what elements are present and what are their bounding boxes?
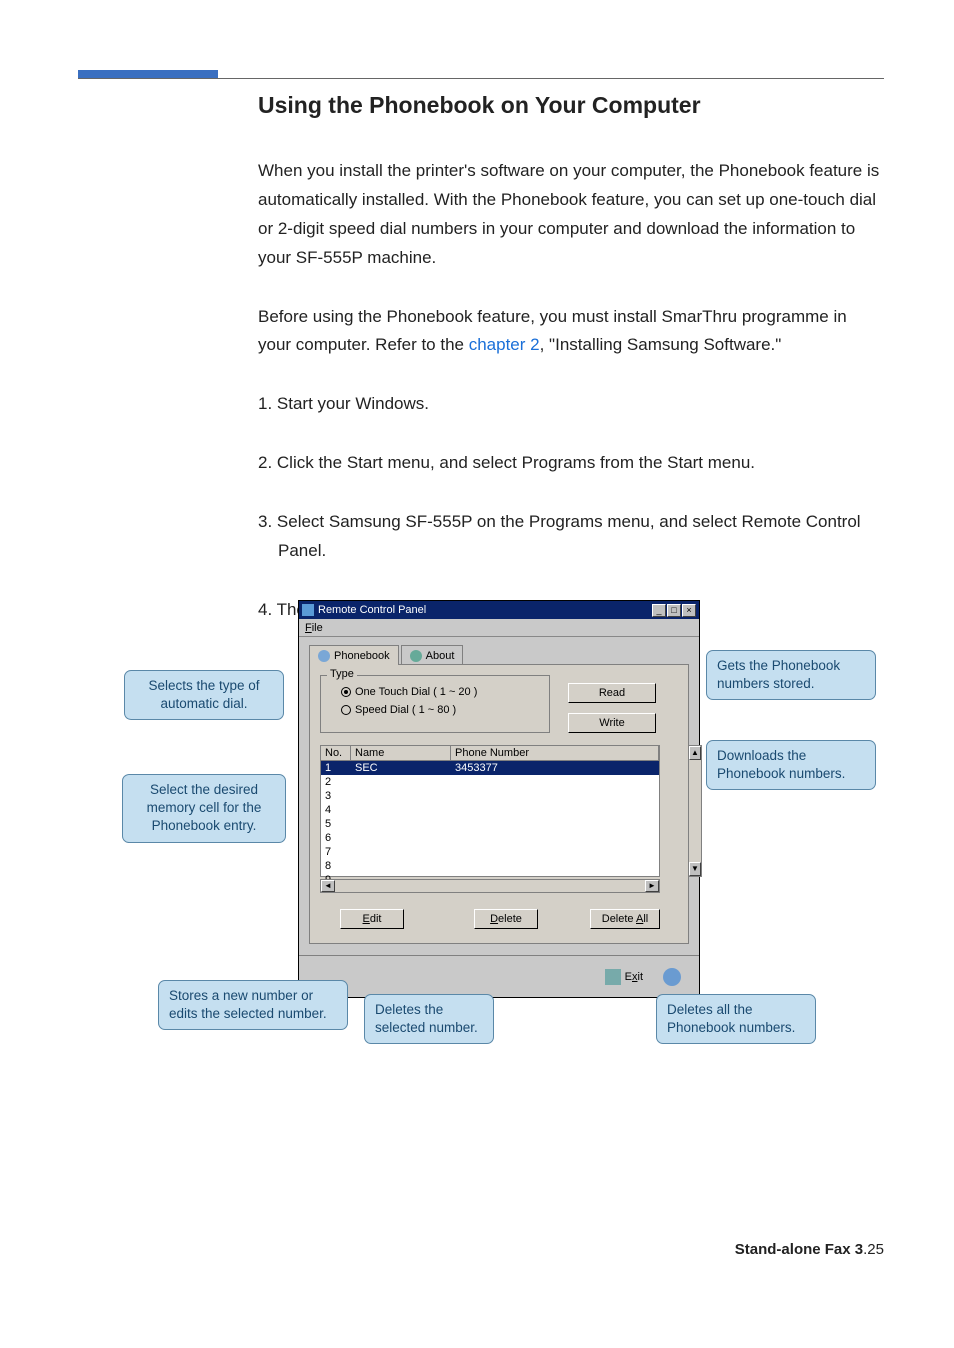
callout-write: Downloads the Phonebook numbers.	[706, 740, 876, 790]
cell-no: 3	[321, 789, 351, 803]
radio-icon	[341, 705, 351, 715]
table-row[interactable]: 6	[321, 831, 659, 845]
callout-read: Gets the Phonebook numbers stored.	[706, 650, 876, 700]
callout-delete-all: Deletes all the Phonebook numbers.	[656, 994, 816, 1044]
exit-label: Exit	[625, 971, 643, 983]
table-row[interactable]: 1 SEC 3453377	[321, 761, 659, 775]
write-button[interactable]: Write	[568, 713, 656, 733]
tab-strip: Phonebook About	[309, 645, 689, 665]
table-row[interactable]: 7	[321, 845, 659, 859]
radio-label: Speed Dial ( 1 ~ 80 )	[355, 704, 456, 716]
radio-speed-dial[interactable]: Speed Dial ( 1 ~ 80 )	[341, 704, 541, 716]
text: 2. Click the	[258, 453, 347, 472]
callout-type: Selects the type of automatic dial.	[124, 670, 284, 720]
table-row[interactable]: 5	[321, 817, 659, 831]
close-button[interactable]: ×	[682, 604, 696, 617]
callout-delete: Deletes the selected number.	[364, 994, 494, 1044]
about-icon	[410, 650, 422, 662]
minimize-button[interactable]: _	[652, 604, 666, 617]
footer-section: Stand-alone Fax	[735, 1241, 851, 1258]
chapter-2-link[interactable]: chapter 2	[469, 335, 540, 354]
read-button[interactable]: Read	[568, 683, 656, 703]
col-phone: Phone Number	[451, 746, 659, 760]
callout-memory-cell: Select the desired memory cell for the P…	[122, 774, 286, 843]
table-row[interactable]: 4	[321, 803, 659, 817]
page-footer: Stand-alone Fax 3.25	[735, 1241, 884, 1258]
edit-button[interactable]: Edit	[340, 909, 404, 929]
phonebook-table[interactable]: No. Name Phone Number 1 SEC 3453377 2 3 …	[320, 745, 660, 877]
remote-control-panel-window: Remote Control Panel _ □ × File Phoneboo…	[298, 600, 700, 998]
tab-phonebook[interactable]: Phonebook	[309, 645, 399, 665]
horizontal-scrollbar[interactable]: ◄ ►	[320, 879, 660, 893]
page-title: Using the Phonebook on Your Computer	[258, 92, 884, 119]
header-rule-thin	[78, 78, 884, 79]
file-menu[interactable]: File	[305, 622, 323, 634]
document-body: Using the Phonebook on Your Computer Whe…	[258, 92, 884, 655]
window-title: Remote Control Panel	[318, 604, 651, 616]
maximize-button[interactable]: □	[667, 604, 681, 617]
tab-label: About	[426, 650, 455, 662]
menu-bar: File	[299, 619, 699, 637]
window-body: Phonebook About Type One Touch Dial ( 1 …	[299, 637, 699, 997]
tab-about[interactable]: About	[401, 645, 464, 665]
bold-text: Programs	[522, 453, 596, 472]
app-icon	[302, 604, 314, 616]
table-row[interactable]: 2	[321, 775, 659, 789]
text: 3. Select	[258, 512, 329, 531]
table-header: No. Name Phone Number	[321, 746, 659, 761]
scroll-left-icon[interactable]: ◄	[321, 880, 335, 892]
window-titlebar[interactable]: Remote Control Panel _ □ ×	[299, 601, 699, 619]
step-1: 1. Start your Windows.	[258, 390, 884, 419]
phonebook-icon	[318, 650, 330, 662]
footer-page: .25	[863, 1241, 884, 1258]
scroll-right-icon[interactable]: ►	[645, 880, 659, 892]
cell-no: 4	[321, 803, 351, 817]
type-groupbox: Type One Touch Dial ( 1 ~ 20 ) Speed Dia…	[320, 675, 550, 733]
delete-button[interactable]: Delete	[474, 909, 538, 929]
help-icon[interactable]	[663, 968, 681, 986]
header-rule-thick	[78, 70, 218, 78]
file-menu-label: ile	[312, 622, 323, 634]
intro-paragraph-1: When you install the printer's software …	[258, 157, 884, 273]
exit-icon	[605, 969, 621, 985]
col-no: No.	[321, 746, 351, 760]
intro-paragraph-2: Before using the Phonebook feature, you …	[258, 303, 884, 361]
text: menu, and select	[383, 453, 522, 472]
bold-text: Samsung SF-555P	[329, 512, 472, 531]
callout-edit: Stores a new number or edits the selecte…	[158, 980, 348, 1030]
text: on the Programs menu, and select	[472, 512, 741, 531]
tab-label: Phonebook	[334, 650, 390, 662]
scroll-up-icon[interactable]: ▲	[689, 746, 701, 760]
radio-icon	[341, 687, 351, 697]
radio-one-touch[interactable]: One Touch Dial ( 1 ~ 20 )	[341, 686, 541, 698]
cell-name: SEC	[351, 761, 451, 775]
step-2: 2. Click the Start menu, and select Prog…	[258, 449, 884, 478]
cell-phone: 3453377	[451, 761, 659, 775]
scroll-down-icon[interactable]: ▼	[689, 862, 701, 876]
group-label: Type	[327, 668, 357, 680]
bold-text: Start	[347, 453, 383, 472]
radio-label: One Touch Dial ( 1 ~ 20 )	[355, 686, 477, 698]
table-row[interactable]: 3	[321, 789, 659, 803]
cell-no: 1	[321, 761, 351, 775]
step-3: 3. Select Samsung SF-555P on the Program…	[258, 508, 884, 566]
cell-no: 2	[321, 775, 351, 789]
cell-no: 5	[321, 817, 351, 831]
window-bottom-bar: Exit	[299, 955, 699, 997]
text: , "Installing Samsung Software."	[540, 335, 782, 354]
text: .	[321, 541, 326, 560]
footer-chapter: 3	[855, 1241, 863, 1258]
cell-no: 7	[321, 845, 351, 859]
text: from the Start menu.	[595, 453, 755, 472]
col-name: Name	[351, 746, 451, 760]
delete-all-button[interactable]: Delete All	[590, 909, 660, 929]
table-row[interactable]: 8	[321, 859, 659, 873]
phonebook-panel: Type One Touch Dial ( 1 ~ 20 ) Speed Dia…	[309, 664, 689, 944]
vertical-scrollbar[interactable]: ▲ ▼	[688, 745, 702, 877]
cell-no: 6	[321, 831, 351, 845]
cell-no: 8	[321, 859, 351, 873]
exit-button[interactable]: Exit	[605, 969, 643, 985]
